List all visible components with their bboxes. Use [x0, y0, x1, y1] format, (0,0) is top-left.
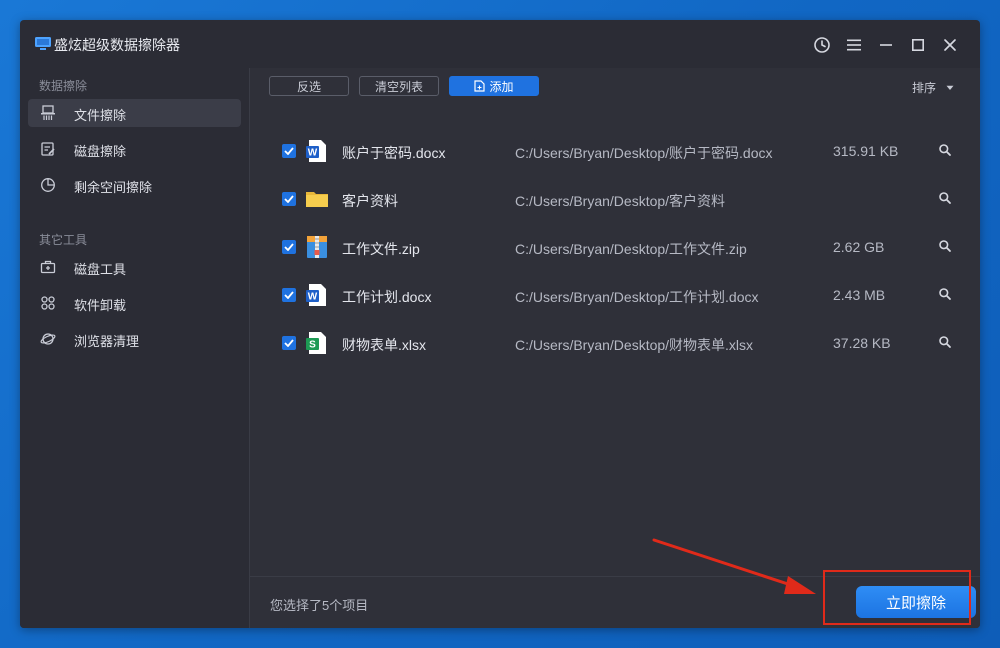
- file-row[interactable]: W 账户于密码.docx C:/Users/Bryan/Desktop/账户于密…: [250, 128, 980, 176]
- sidebar-item-browser-clean[interactable]: 浏览器清理: [28, 325, 241, 353]
- file-size: 37.28 KB: [833, 335, 891, 351]
- close-button[interactable]: [934, 32, 966, 58]
- sidebar-item-disk-tools[interactable]: 磁盘工具: [28, 253, 241, 281]
- close-icon: [944, 39, 956, 51]
- row-checkbox[interactable]: [282, 336, 296, 350]
- add-button[interactable]: 添加: [449, 76, 539, 96]
- main-panel: 反选 清空列表 添加 排序 W 账户于密码.docx C:/Users/Brya…: [249, 68, 980, 628]
- sidebar-item-label: 剩余空间擦除: [74, 180, 153, 195]
- minimize-icon: [880, 44, 892, 46]
- sidebar-item-file-erase[interactable]: 文件擦除: [28, 99, 241, 127]
- word-file-icon: W: [306, 284, 326, 306]
- history-button[interactable]: [806, 32, 838, 58]
- file-path: C:/Users/Bryan/Desktop/账户于密码.docx: [515, 145, 773, 161]
- search-icon[interactable]: [938, 143, 952, 157]
- selection-count: 您选择了5个项目: [270, 598, 369, 613]
- sidebar: 数据擦除 文件擦除 磁盘擦除 剩余空间擦除 其它工具 磁盘工具 软件卸载 浏览器…: [20, 68, 249, 628]
- sort-label: 排序: [911, 81, 936, 95]
- file-row[interactable]: 工作文件.zip C:/Users/Bryan/Desktop/工作文件.zip…: [250, 224, 980, 272]
- search-icon[interactable]: [938, 287, 952, 301]
- sidebar-item-disk-erase[interactable]: 磁盘擦除: [28, 135, 241, 163]
- invert-selection-label: 反选: [296, 79, 321, 94]
- menu-button[interactable]: [838, 32, 870, 58]
- check-icon: [284, 339, 294, 347]
- file-row[interactable]: 客户资料 C:/Users/Bryan/Desktop/客户资料: [250, 176, 980, 224]
- row-checkbox[interactable]: [282, 192, 296, 206]
- history-icon: [814, 37, 830, 53]
- file-size: 2.43 MB: [833, 287, 886, 303]
- excel-file-icon: S: [306, 332, 326, 354]
- zip-file-icon: [307, 236, 327, 258]
- sort-dropdown[interactable]: 排序: [912, 79, 954, 96]
- sidebar-item-uninstall[interactable]: 软件卸载: [28, 289, 241, 317]
- sidebar-item-label: 磁盘工具: [74, 262, 127, 277]
- row-checkbox[interactable]: [282, 288, 296, 302]
- search-icon[interactable]: [938, 191, 952, 205]
- apps-grid-icon: [41, 296, 55, 310]
- sidebar-item-label: 磁盘擦除: [74, 144, 127, 159]
- invert-selection-button[interactable]: 反选: [269, 76, 349, 96]
- file-path: C:/Users/Bryan/Desktop/工作计划.docx: [515, 289, 759, 305]
- check-icon: [284, 291, 294, 299]
- row-checkbox[interactable]: [282, 240, 296, 254]
- pie-icon: [41, 178, 55, 192]
- row-checkbox[interactable]: [282, 144, 296, 158]
- search-icon[interactable]: [938, 239, 952, 253]
- add-file-icon: [474, 80, 486, 92]
- word-file-icon: W: [306, 140, 326, 162]
- check-icon: [284, 147, 294, 155]
- search-icon[interactable]: [938, 335, 952, 349]
- file-name: 财物表单.xlsx: [342, 337, 426, 353]
- footer-bar: 您选择了5个项目 立即擦除: [250, 576, 980, 628]
- file-path: C:/Users/Bryan/Desktop/财物表单.xlsx: [515, 337, 754, 353]
- clear-list-label: 清空列表: [374, 79, 423, 94]
- app-logo-icon: [35, 37, 51, 50]
- sidebar-section-title: 数据擦除: [39, 79, 88, 93]
- sidebar-item-free-space-erase[interactable]: 剩余空间擦除: [28, 171, 241, 199]
- file-size: 2.62 GB: [833, 239, 885, 255]
- file-row[interactable]: W 工作计划.docx C:/Users/Bryan/Desktop/工作计划.…: [250, 272, 980, 320]
- folder-icon: [306, 192, 328, 207]
- window-controls: [806, 32, 966, 58]
- add-label: 添加: [489, 79, 514, 94]
- svg-text:W: W: [308, 148, 318, 159]
- menu-icon: [847, 39, 861, 51]
- file-row[interactable]: S 财物表单.xlsx C:/Users/Bryan/Desktop/财物表单.…: [250, 320, 980, 368]
- check-icon: [284, 243, 294, 251]
- svg-text:W: W: [308, 292, 318, 303]
- title-bar: 盛炫超级数据擦除器: [20, 20, 980, 68]
- file-path: C:/Users/Bryan/Desktop/工作文件.zip: [515, 241, 747, 257]
- file-name: 工作计划.docx: [342, 289, 432, 305]
- disk-edit-icon: [41, 142, 55, 156]
- minimize-button[interactable]: [870, 32, 902, 58]
- app-title: 盛炫超级数据擦除器: [54, 37, 180, 53]
- file-name: 客户资料: [342, 193, 398, 209]
- file-name: 工作文件.zip: [342, 241, 420, 257]
- file-shred-icon: [41, 105, 55, 120]
- svg-text:S: S: [309, 340, 316, 351]
- app-window: 盛炫超级数据擦除器 数据擦除 文件擦除 磁盘擦除 剩余空间擦除 其它工具 磁盘工…: [20, 20, 980, 628]
- file-size: 315.91 KB: [833, 143, 899, 159]
- check-icon: [284, 195, 294, 203]
- sidebar-item-label: 浏览器清理: [74, 334, 140, 349]
- erase-now-button[interactable]: 立即擦除: [856, 586, 976, 618]
- maximize-button[interactable]: [902, 32, 934, 58]
- toolbox-icon: [40, 260, 56, 274]
- maximize-icon: [911, 38, 924, 51]
- file-name: 账户于密码.docx: [342, 145, 446, 161]
- caret-down-icon: [946, 85, 954, 90]
- sidebar-section-title: 其它工具: [39, 233, 88, 247]
- clear-list-button[interactable]: 清空列表: [359, 76, 439, 96]
- file-path: C:/Users/Bryan/Desktop/客户资料: [515, 193, 726, 209]
- planet-icon: [40, 333, 56, 345]
- sidebar-item-label: 文件擦除: [74, 108, 127, 123]
- erase-now-label: 立即擦除: [885, 594, 946, 612]
- sidebar-item-label: 软件卸载: [74, 298, 127, 313]
